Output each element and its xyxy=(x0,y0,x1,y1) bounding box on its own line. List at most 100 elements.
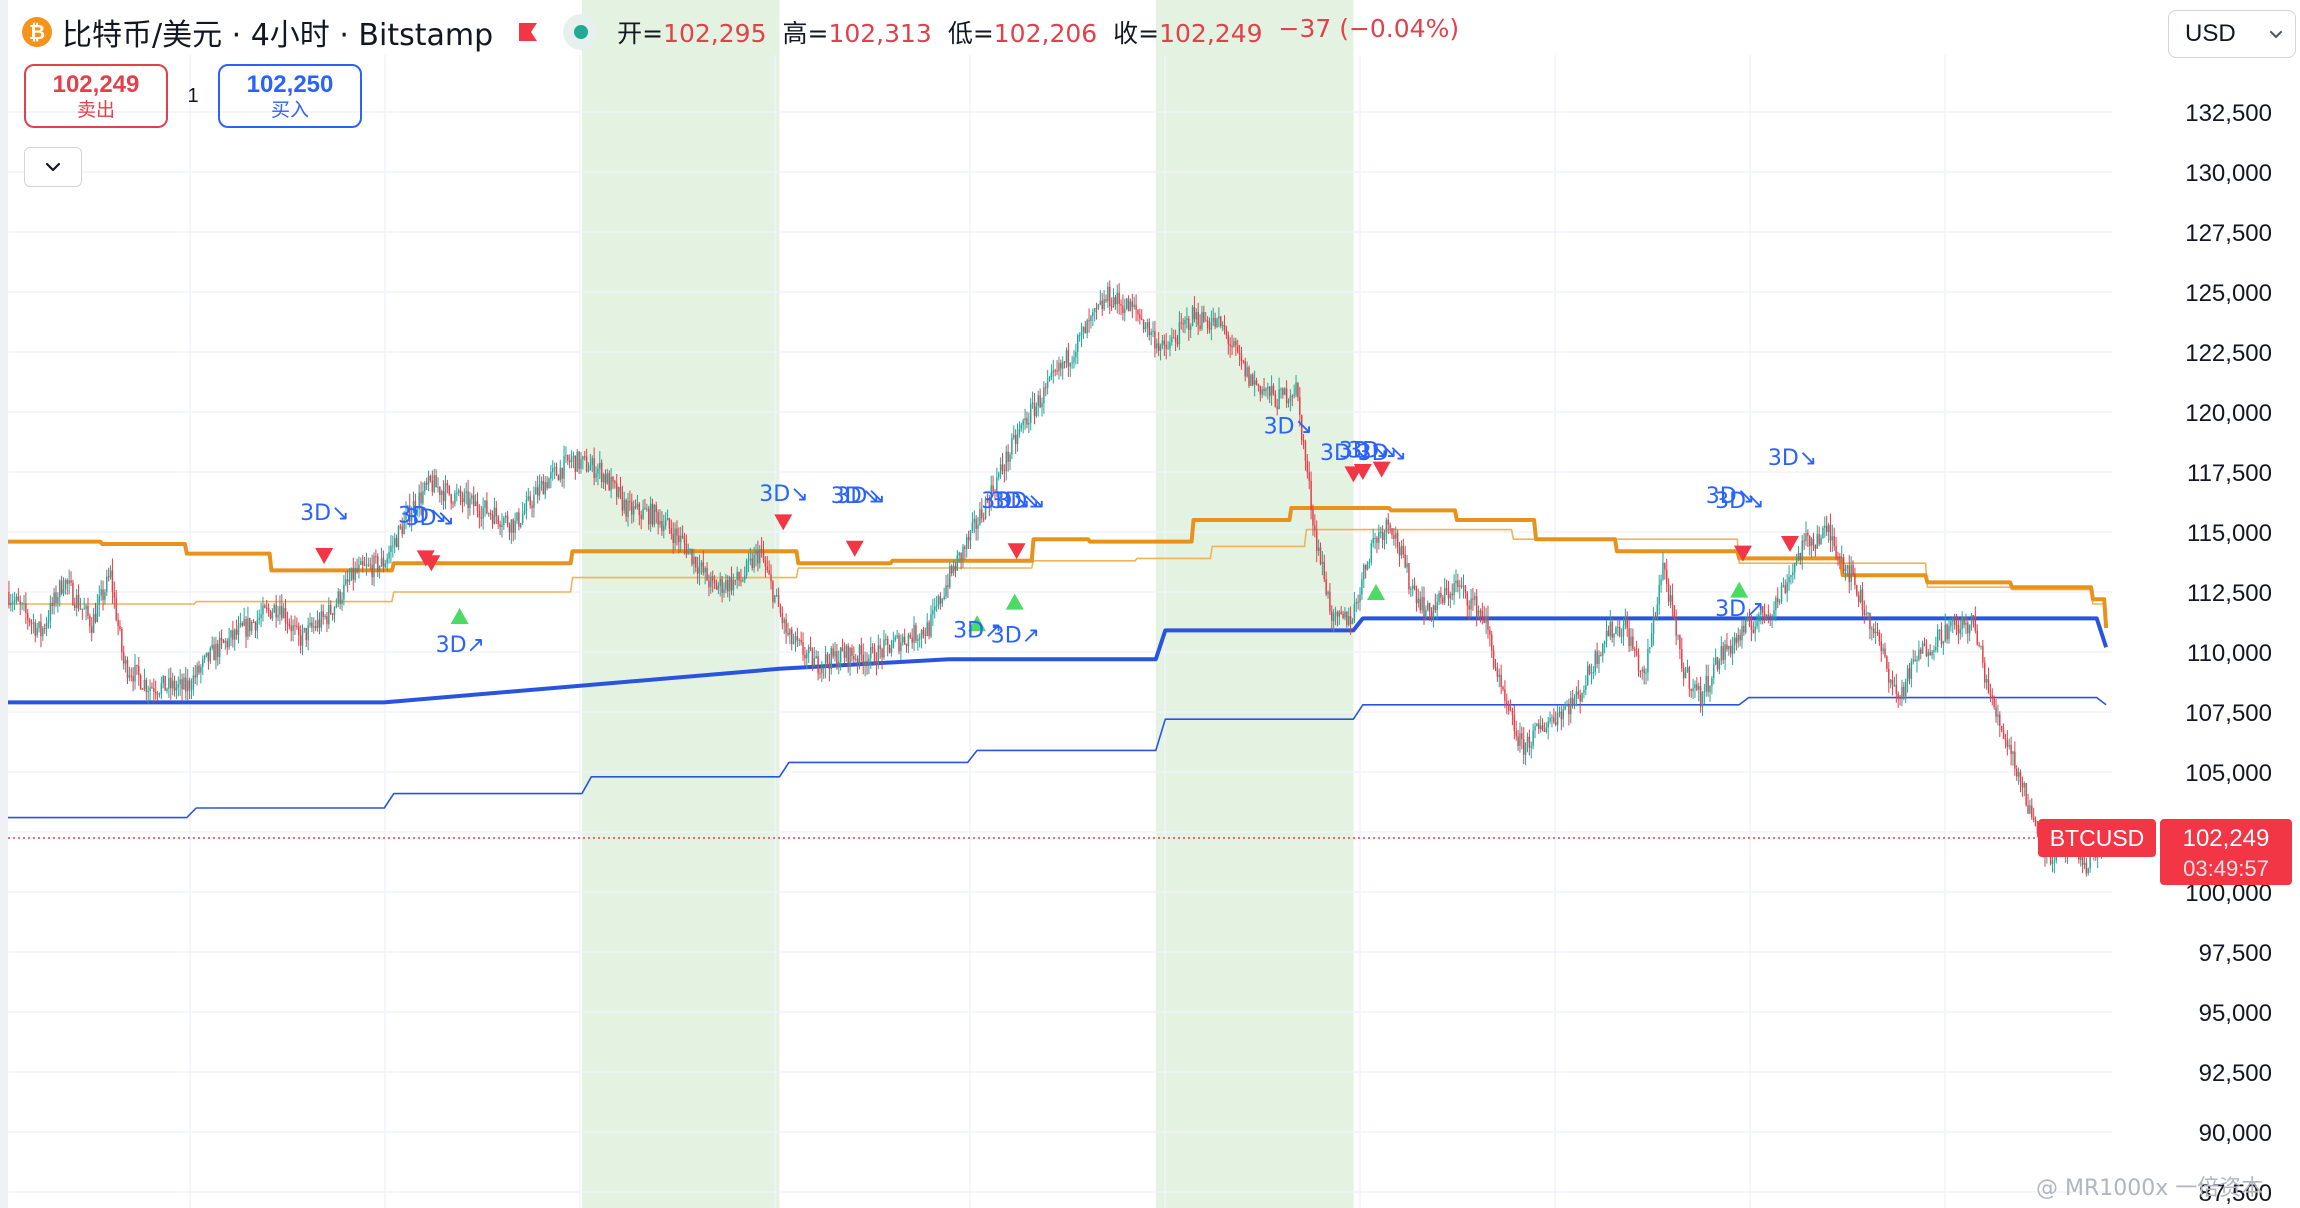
candle-body xyxy=(860,645,863,655)
candle-body xyxy=(1133,304,1135,307)
candle-body xyxy=(262,605,264,615)
candle-body xyxy=(1985,678,1988,683)
flag-icon[interactable] xyxy=(517,21,539,43)
candle-body xyxy=(1970,615,1973,625)
candle-body xyxy=(930,614,932,637)
candle-body xyxy=(1541,725,1544,731)
candle-body xyxy=(755,550,757,555)
candle-body xyxy=(548,478,550,489)
candle-body xyxy=(809,647,812,649)
candle-body xyxy=(1340,611,1342,614)
candle-body xyxy=(1257,384,1260,386)
candle-body xyxy=(749,558,752,561)
price-chart[interactable]: 3D↘ 3D↘3D↘3D↘ 3D↘3D↘ 3D↘3D↘3D↘3D↘3D↘3D↘3D↘3… xyxy=(0,0,2300,1208)
candle-body xyxy=(853,655,855,660)
candle-body xyxy=(698,566,701,574)
candle-body xyxy=(478,510,481,518)
currency-select[interactable]: USD xyxy=(2168,10,2296,58)
candle-body xyxy=(1570,697,1572,715)
candle-body xyxy=(1908,668,1911,679)
candle-body xyxy=(1607,630,1610,637)
candle-body xyxy=(631,501,633,515)
candle-body xyxy=(226,640,228,648)
candle-body xyxy=(713,580,716,584)
candle-body xyxy=(819,673,821,675)
buy-button[interactable]: 102,250 买入 xyxy=(218,64,362,128)
y-axis-tick-label: 130,000 xyxy=(2185,160,2272,187)
candle-body xyxy=(525,499,528,511)
candle-body xyxy=(141,688,144,690)
candle-body xyxy=(1622,625,1625,636)
candle-body xyxy=(32,622,35,624)
bitcoin-icon: ₿ xyxy=(22,17,52,47)
candle-body xyxy=(301,629,304,646)
symbol-title[interactable]: 比特币/美元 · 4小时 · Bitstamp xyxy=(62,10,493,54)
sell-signal-marker xyxy=(1780,536,1799,552)
candle-body xyxy=(1903,686,1905,697)
candle-body xyxy=(1067,350,1070,367)
market-status-icon[interactable] xyxy=(563,14,600,50)
candle-body xyxy=(1400,545,1403,556)
candle-body xyxy=(2010,744,2012,755)
candle-body xyxy=(1551,717,1553,719)
candle-body xyxy=(728,577,731,592)
candle-body xyxy=(442,491,445,502)
candle-body xyxy=(489,513,492,516)
candle-body xyxy=(1673,605,1676,620)
candle-body xyxy=(1434,605,1437,611)
candle-body xyxy=(1867,612,1869,614)
collapse-button[interactable] xyxy=(24,147,82,187)
candle-body xyxy=(711,576,714,581)
candle-body xyxy=(647,508,650,525)
candle-body xyxy=(1270,385,1273,396)
candle-body xyxy=(1581,692,1583,702)
candle-body xyxy=(1560,711,1563,720)
candle-body xyxy=(965,537,968,549)
candle-body xyxy=(1649,647,1651,649)
candle-body xyxy=(1538,723,1540,729)
candle-body xyxy=(1054,370,1056,372)
candle-body xyxy=(520,523,522,527)
candle-body xyxy=(8,592,10,606)
candle-body xyxy=(849,647,851,666)
candle-body xyxy=(305,628,307,641)
candle-body xyxy=(732,579,735,591)
candle-body xyxy=(2014,751,2016,769)
candle-body xyxy=(1210,321,1213,330)
candle-body xyxy=(1539,725,1542,729)
candle-body xyxy=(452,503,454,505)
sell-button[interactable]: 102,249 卖出 xyxy=(24,64,168,128)
candle-body xyxy=(1225,329,1228,336)
candle-body xyxy=(781,613,784,624)
candle-body xyxy=(1968,624,1971,634)
candle-body xyxy=(1933,650,1935,652)
candle-body xyxy=(1515,731,1517,737)
candle-body xyxy=(1477,610,1480,618)
candle-body xyxy=(143,680,146,690)
candle-body xyxy=(1991,695,1994,697)
candle-body xyxy=(1203,311,1205,322)
candle-body xyxy=(1404,554,1406,568)
candle-body xyxy=(23,603,25,605)
candle-body xyxy=(1602,644,1604,656)
candle-body xyxy=(1965,622,1967,625)
candle-body xyxy=(1974,616,1977,631)
candle-body xyxy=(196,665,198,678)
candle-body xyxy=(313,626,315,628)
candle-body xyxy=(1396,533,1399,548)
candle-body xyxy=(307,625,309,641)
candle-body xyxy=(1707,675,1709,692)
candle-body xyxy=(132,676,134,682)
candle-body xyxy=(1479,610,1482,612)
candle-body xyxy=(1961,616,1963,629)
candle-body xyxy=(1682,667,1685,679)
candle-body xyxy=(239,623,242,626)
candle-body xyxy=(1818,534,1820,545)
candle-body xyxy=(1549,717,1551,722)
candle-body xyxy=(1543,730,1546,732)
candle-body xyxy=(1963,616,1965,625)
candle-body xyxy=(1728,645,1730,650)
candle-body xyxy=(1500,674,1502,687)
candle-body xyxy=(1075,352,1077,358)
candle-body xyxy=(736,572,738,581)
